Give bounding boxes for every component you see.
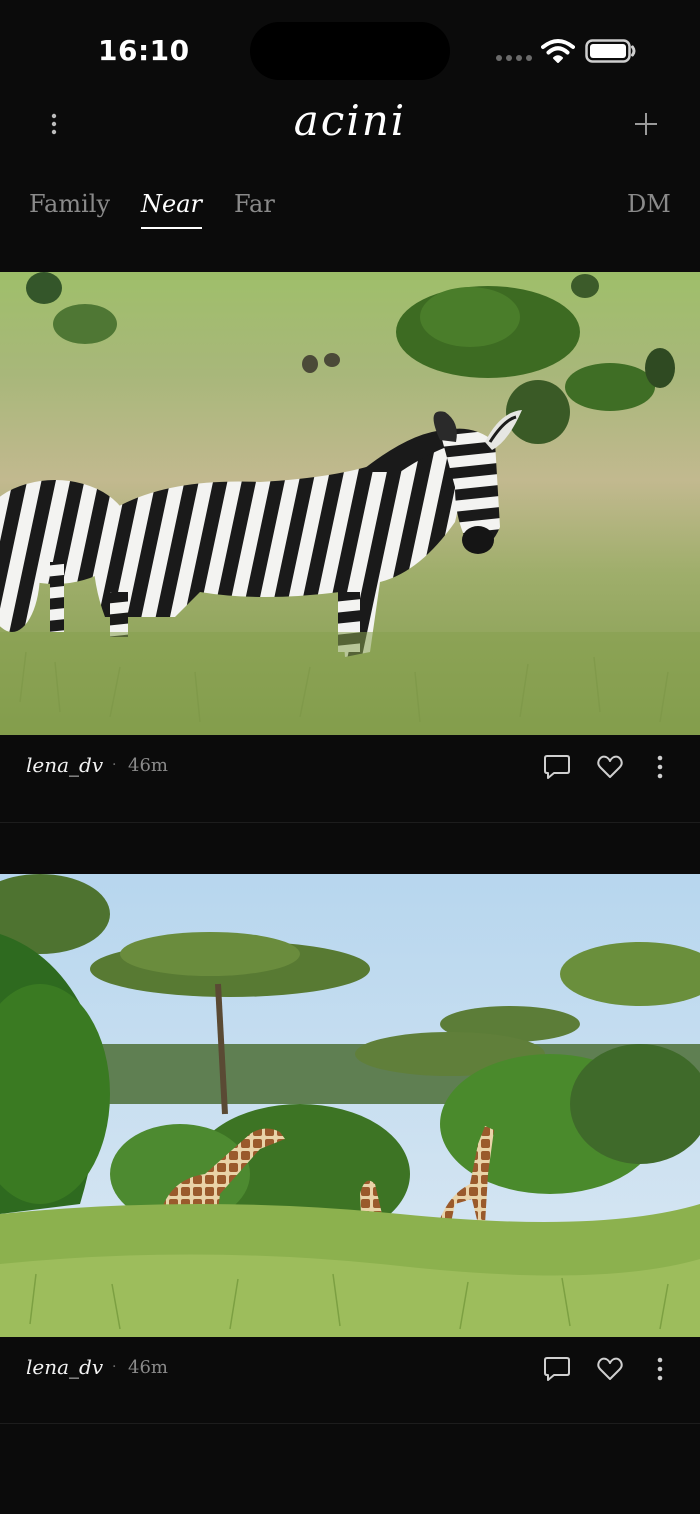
post-more-button[interactable] [644, 1353, 676, 1385]
heart-icon [597, 1357, 623, 1380]
vertical-dots-icon [51, 113, 57, 135]
zebra-photo [0, 272, 700, 735]
meta-separator: · [112, 1359, 117, 1375]
comment-icon [544, 755, 570, 779]
post-age: 46m [128, 1357, 168, 1378]
tab-near[interactable]: Near [141, 190, 202, 218]
status-time: 16:10 [98, 34, 190, 67]
dm-link[interactable]: DM [627, 190, 671, 218]
like-button[interactable] [594, 1353, 626, 1385]
signal-icon [496, 55, 532, 61]
feed-tabs: Family Near Far DM [0, 190, 700, 234]
post-meta: lena_dv · 46m [0, 1337, 700, 1401]
add-post-button[interactable] [630, 108, 662, 140]
active-tab-indicator [141, 227, 202, 229]
post-photo[interactable] [0, 874, 700, 1337]
meta-separator: · [112, 757, 117, 773]
post-age: 46m [128, 755, 168, 776]
tab-family[interactable]: Family [29, 190, 110, 218]
tab-far[interactable]: Far [234, 190, 275, 218]
heart-icon [597, 755, 623, 778]
post-photo[interactable] [0, 272, 700, 735]
app-logo: acini [293, 96, 407, 145]
wifi-icon [541, 39, 575, 63]
giraffes-photo [0, 874, 700, 1337]
comment-button[interactable] [541, 751, 573, 783]
post-more-button[interactable] [644, 751, 676, 783]
plus-icon [635, 113, 657, 135]
post-author[interactable]: lena_dv [26, 753, 103, 777]
dynamic-island [250, 22, 450, 80]
post-divider [0, 1423, 700, 1424]
battery-icon [585, 39, 636, 63]
vertical-dots-icon [657, 755, 663, 779]
vertical-dots-icon [657, 1357, 663, 1381]
post-author[interactable]: lena_dv [26, 1355, 103, 1379]
menu-button[interactable] [38, 106, 70, 142]
status-bar: 16:10 [0, 0, 700, 100]
comment-icon [544, 1357, 570, 1381]
post-divider [0, 822, 700, 823]
post-meta: lena_dv · 46m [0, 735, 700, 799]
comment-button[interactable] [541, 1353, 573, 1385]
like-button[interactable] [594, 751, 626, 783]
